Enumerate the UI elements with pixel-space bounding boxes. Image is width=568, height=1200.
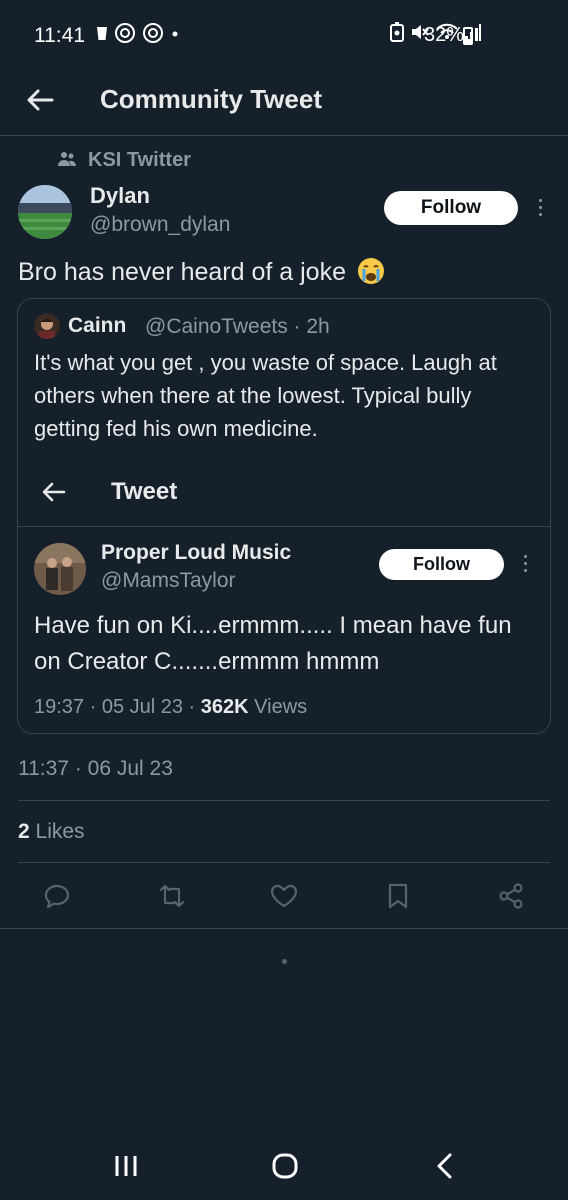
inner-tweet-text: Have fun on Ki....ermmm..... I mean have… [34, 612, 512, 675]
back-arrow-icon [42, 482, 66, 502]
header-divider [0, 135, 568, 136]
likes-label: Likes [35, 820, 85, 843]
avatar[interactable] [34, 313, 60, 339]
reply-icon[interactable] [42, 881, 72, 911]
follow-button[interactable]: Follow [384, 191, 518, 225]
inner-author-handle: @MamsTaylor [101, 569, 236, 592]
quote-author-name[interactable]: Cainn [68, 314, 126, 338]
inner-views-label: Views [248, 696, 308, 718]
inner-tweet-time: 19:37 · 05 Jul 23 · [34, 696, 201, 718]
inner-author-name: Proper Loud Music [101, 541, 292, 564]
page-title: Community Tweet [100, 84, 322, 114]
likes-number: 2 [18, 820, 30, 843]
trash-icon [97, 27, 107, 40]
author-name[interactable]: Dylan [90, 183, 150, 209]
quote-text: It's what you get , you waste of space. … [34, 350, 497, 441]
loading-dot [282, 959, 287, 964]
avatar [34, 543, 86, 595]
more-options-icon [522, 555, 528, 572]
author-handle[interactable]: @brown_dylan [90, 213, 230, 237]
more-options-icon[interactable] [537, 199, 543, 216]
tweet-body: Bro has never heard of a joke [18, 258, 346, 286]
divider [18, 862, 550, 863]
divider [0, 928, 568, 929]
community-name[interactable]: KSI Twitter [88, 149, 191, 172]
bookmark-icon[interactable] [383, 881, 413, 911]
retweet-icon[interactable] [157, 881, 187, 911]
battery-percent: 32% [424, 24, 465, 46]
dot-icon [172, 31, 178, 37]
avatar[interactable] [18, 185, 72, 239]
home-icon[interactable] [265, 1146, 305, 1186]
share-icon[interactable] [496, 881, 526, 911]
back-icon[interactable] [425, 1146, 465, 1186]
like-icon[interactable] [269, 881, 299, 911]
inner-views-count: 362K [200, 696, 249, 718]
tweet-text: Bro has never heard of a joke [18, 257, 385, 287]
notification-icons [96, 22, 180, 44]
threads-icon [115, 23, 135, 43]
community-icon [58, 152, 76, 166]
recent-apps-icon[interactable] [106, 1146, 146, 1186]
battery-icon [463, 27, 473, 45]
inner-follow-button: Follow [379, 549, 504, 580]
status-bar: 11:41 32% [0, 0, 568, 70]
crying-face-icon [357, 258, 384, 284]
inner-divider [18, 526, 550, 527]
threads-icon [143, 23, 163, 43]
divider [18, 800, 550, 801]
quote-author-meta: @CainoTweets · 2h [145, 315, 330, 338]
likes-count[interactable]: 2 Likes [18, 820, 85, 844]
tweet-timestamp: 11:37 · 06 Jul 23 [18, 757, 173, 780]
inner-screenshot-title: Tweet [111, 478, 178, 505]
back-arrow-icon[interactable] [24, 84, 56, 116]
inner-tweet-meta: 19:37 · 05 Jul 23 · 362K Views [34, 696, 307, 719]
status-time: 11:41 [34, 24, 85, 47]
battery-saver-icon [390, 22, 404, 42]
